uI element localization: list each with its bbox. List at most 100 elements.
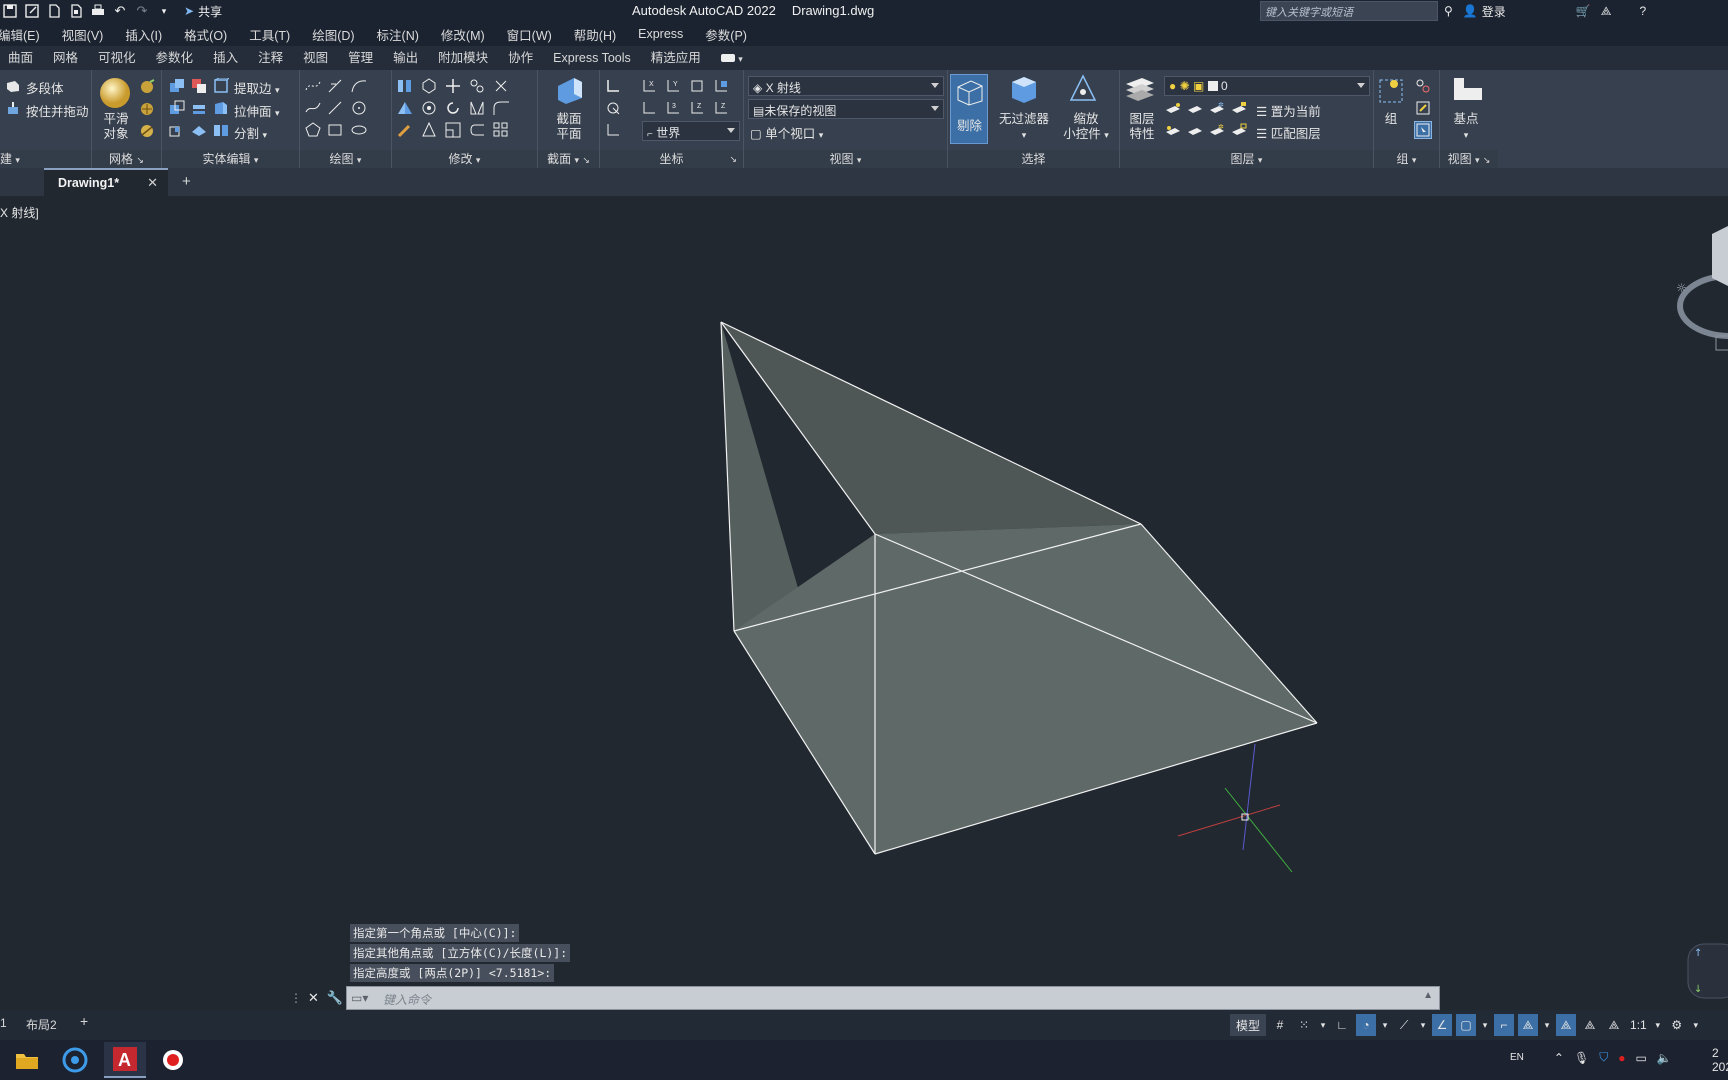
shield-icon[interactable]: ⛉ — [1599, 1050, 1608, 1065]
search-icon[interactable]: ⚲ — [1444, 4, 1453, 18]
array-icon[interactable] — [492, 121, 510, 139]
menu-view[interactable]: 视图(V) — [62, 25, 104, 44]
ungroup-icon[interactable] — [1414, 77, 1432, 95]
chevron-down-icon[interactable]: ▾ — [1542, 1014, 1552, 1036]
ucs-world-dropdown[interactable]: ⌐ 世界 — [642, 121, 740, 141]
rectangle-icon[interactable] — [326, 121, 344, 139]
interfere-icon[interactable] — [190, 77, 208, 95]
chevron-down-icon[interactable]: ▾ — [1380, 1014, 1390, 1036]
menu-window[interactable]: 窗口(W) — [507, 25, 552, 44]
match-layer-button[interactable]: ☰ 匹配图层 — [1256, 123, 1321, 142]
panel-label-modify[interactable]: 修改 ▾ — [392, 150, 537, 168]
menu-express[interactable]: Express — [638, 27, 683, 41]
polar-tracking-icon[interactable]: ◔ — [1356, 1014, 1377, 1036]
mesh-crease-icon[interactable] — [138, 122, 156, 140]
autodesk-a360-icon[interactable]: ⟁ — [1601, 4, 1612, 19]
record-icon[interactable] — [152, 1042, 194, 1078]
align-icon[interactable] — [396, 77, 414, 95]
ellipse-icon[interactable] — [350, 121, 368, 139]
layer-unisolate-icon[interactable] — [1186, 122, 1204, 140]
panel-label-modeling[interactable]: 建 ▾ — [0, 150, 91, 168]
panel-label-draw[interactable]: 绘图 ▾ — [300, 150, 391, 168]
extract-edges-button[interactable]: 提取边 ▾ — [234, 78, 280, 97]
thicken-icon[interactable] — [190, 121, 208, 139]
extrude-faces-button[interactable]: 拉伸面 ▾ — [234, 101, 280, 120]
trim-icon[interactable] — [492, 77, 510, 95]
no-filter-button[interactable]: 无过滤器 ▾ — [994, 112, 1054, 143]
3d-mirror-icon[interactable] — [396, 99, 414, 117]
draw-order-icon[interactable] — [396, 121, 414, 139]
ucs-y-icon[interactable]: Y — [664, 77, 682, 95]
menu-edit[interactable]: 编辑(E) — [0, 25, 40, 44]
close-icon[interactable]: ✕ — [308, 990, 319, 1006]
network-icon[interactable]: ▭ — [1635, 1051, 1646, 1065]
line-icon[interactable] — [326, 99, 344, 117]
panel-label-view[interactable]: 视图 ▾ — [744, 150, 947, 168]
annotative-icon[interactable]: ⟁ — [1604, 1014, 1624, 1036]
ucs-object-icon[interactable] — [712, 77, 730, 95]
login-button[interactable]: 登录 — [1482, 3, 1506, 20]
scale-icon[interactable] — [444, 121, 462, 139]
menu-tools[interactable]: 工具(T) — [249, 25, 290, 44]
panel-label-coordinates[interactable]: 坐标 ↘ — [600, 150, 743, 168]
menu-help[interactable]: 帮助(H) — [574, 25, 616, 44]
tab-visualize[interactable]: 可视化 — [88, 46, 146, 70]
annotation-visibility-icon[interactable]: ⟁ — [1518, 1014, 1539, 1036]
presspull-button[interactable]: 按住并拖动 — [26, 101, 89, 120]
panel-label-groups[interactable]: 组 ▾ — [1374, 150, 1439, 168]
mesh-refine-icon[interactable] — [138, 100, 156, 118]
snap-icon[interactable]: ⁙ — [1294, 1014, 1314, 1036]
grid-icon[interactable]: # — [1270, 1014, 1290, 1036]
layer-unlock-icon[interactable] — [1230, 122, 1248, 140]
make-current-button[interactable]: ☰ 置为当前 — [1256, 101, 1321, 120]
menu-insert[interactable]: 插入(I) — [125, 25, 162, 44]
drag-handle-icon[interactable]: ⋮ — [290, 991, 302, 1005]
file-explorer-icon[interactable] — [6, 1042, 48, 1078]
tab-annotate[interactable]: 注释 — [248, 46, 293, 70]
rotate-icon[interactable] — [444, 99, 462, 117]
tab-view[interactable]: 视图 — [293, 46, 338, 70]
union-icon[interactable] — [168, 77, 186, 95]
ucs-z-axis-icon[interactable]: Z — [688, 99, 706, 117]
panel-label-solid-editing[interactable]: 实体编辑 ▾ — [162, 150, 299, 168]
chevron-down-icon[interactable]: ▾ — [156, 3, 172, 19]
chevron-down-icon[interactable]: ▾ — [1418, 1014, 1428, 1036]
panel-label-selection[interactable]: 选择 — [948, 150, 1119, 168]
layer-properties-button[interactable]: 图层 特性 — [1122, 112, 1162, 142]
chevron-up-icon[interactable]: ⌃ — [1554, 1051, 1564, 1065]
tab-output[interactable]: 输出 — [383, 46, 428, 70]
redo-icon[interactable]: ↷ — [134, 3, 150, 19]
smooth-object-button[interactable]: 平滑 对象 — [96, 112, 136, 142]
arc-icon[interactable] — [350, 77, 368, 95]
layer-lock-icon[interactable] — [1230, 100, 1248, 118]
tab-drawing1[interactable]: Drawing1* ✕ — [44, 168, 168, 196]
visual-style-dropdown[interactable]: ◈ X 射线 — [748, 76, 944, 96]
input-language[interactable]: EN — [1510, 1052, 1524, 1063]
panel-label-section[interactable]: 截面 ▾ ↘ — [538, 150, 599, 168]
chevron-down-icon[interactable]: ▾ — [1653, 1014, 1663, 1036]
menu-modify[interactable]: 修改(M) — [441, 25, 485, 44]
culling-button[interactable]: 剔除 — [950, 74, 988, 144]
panel-label-base-view[interactable]: 视图 ▾ ↘ — [1440, 150, 1498, 168]
section-plane-button[interactable]: 截面 平面 — [544, 112, 594, 142]
ucs-z-rotate-icon[interactable]: Z — [712, 99, 730, 117]
record-tray-icon[interactable]: ● — [1618, 1051, 1625, 1065]
3d-align-icon[interactable] — [420, 121, 438, 139]
ribbon-minimize-button[interactable]: ▾ — [711, 46, 753, 70]
tab-featured-apps[interactable]: 精选应用 — [641, 46, 711, 70]
layer-thaw-icon[interactable]: ✲ — [1208, 122, 1226, 140]
gear-icon[interactable]: ⚙ — [1667, 1014, 1687, 1036]
tab-parametric[interactable]: 参数化 — [146, 46, 204, 70]
circle-icon[interactable] — [350, 99, 368, 117]
auto-scale-icon[interactable]: ⟁ — [1580, 1014, 1600, 1036]
mirror-icon[interactable] — [468, 99, 486, 117]
group-select-icon[interactable] — [1414, 121, 1432, 139]
copy-icon[interactable] — [468, 77, 486, 95]
mesh-globe-icon[interactable] — [138, 78, 156, 96]
microphone-icon[interactable]: 🎙 — [1574, 1051, 1589, 1065]
tab-insert[interactable]: 插入 — [203, 46, 248, 70]
fillet-icon[interactable] — [492, 99, 510, 117]
object-snap-icon[interactable]: ▢ — [1456, 1014, 1477, 1036]
viewport-config-button[interactable]: ▢ 单个视口 ▾ — [750, 123, 823, 142]
separate-button[interactable]: 分割 ▾ — [234, 123, 267, 142]
